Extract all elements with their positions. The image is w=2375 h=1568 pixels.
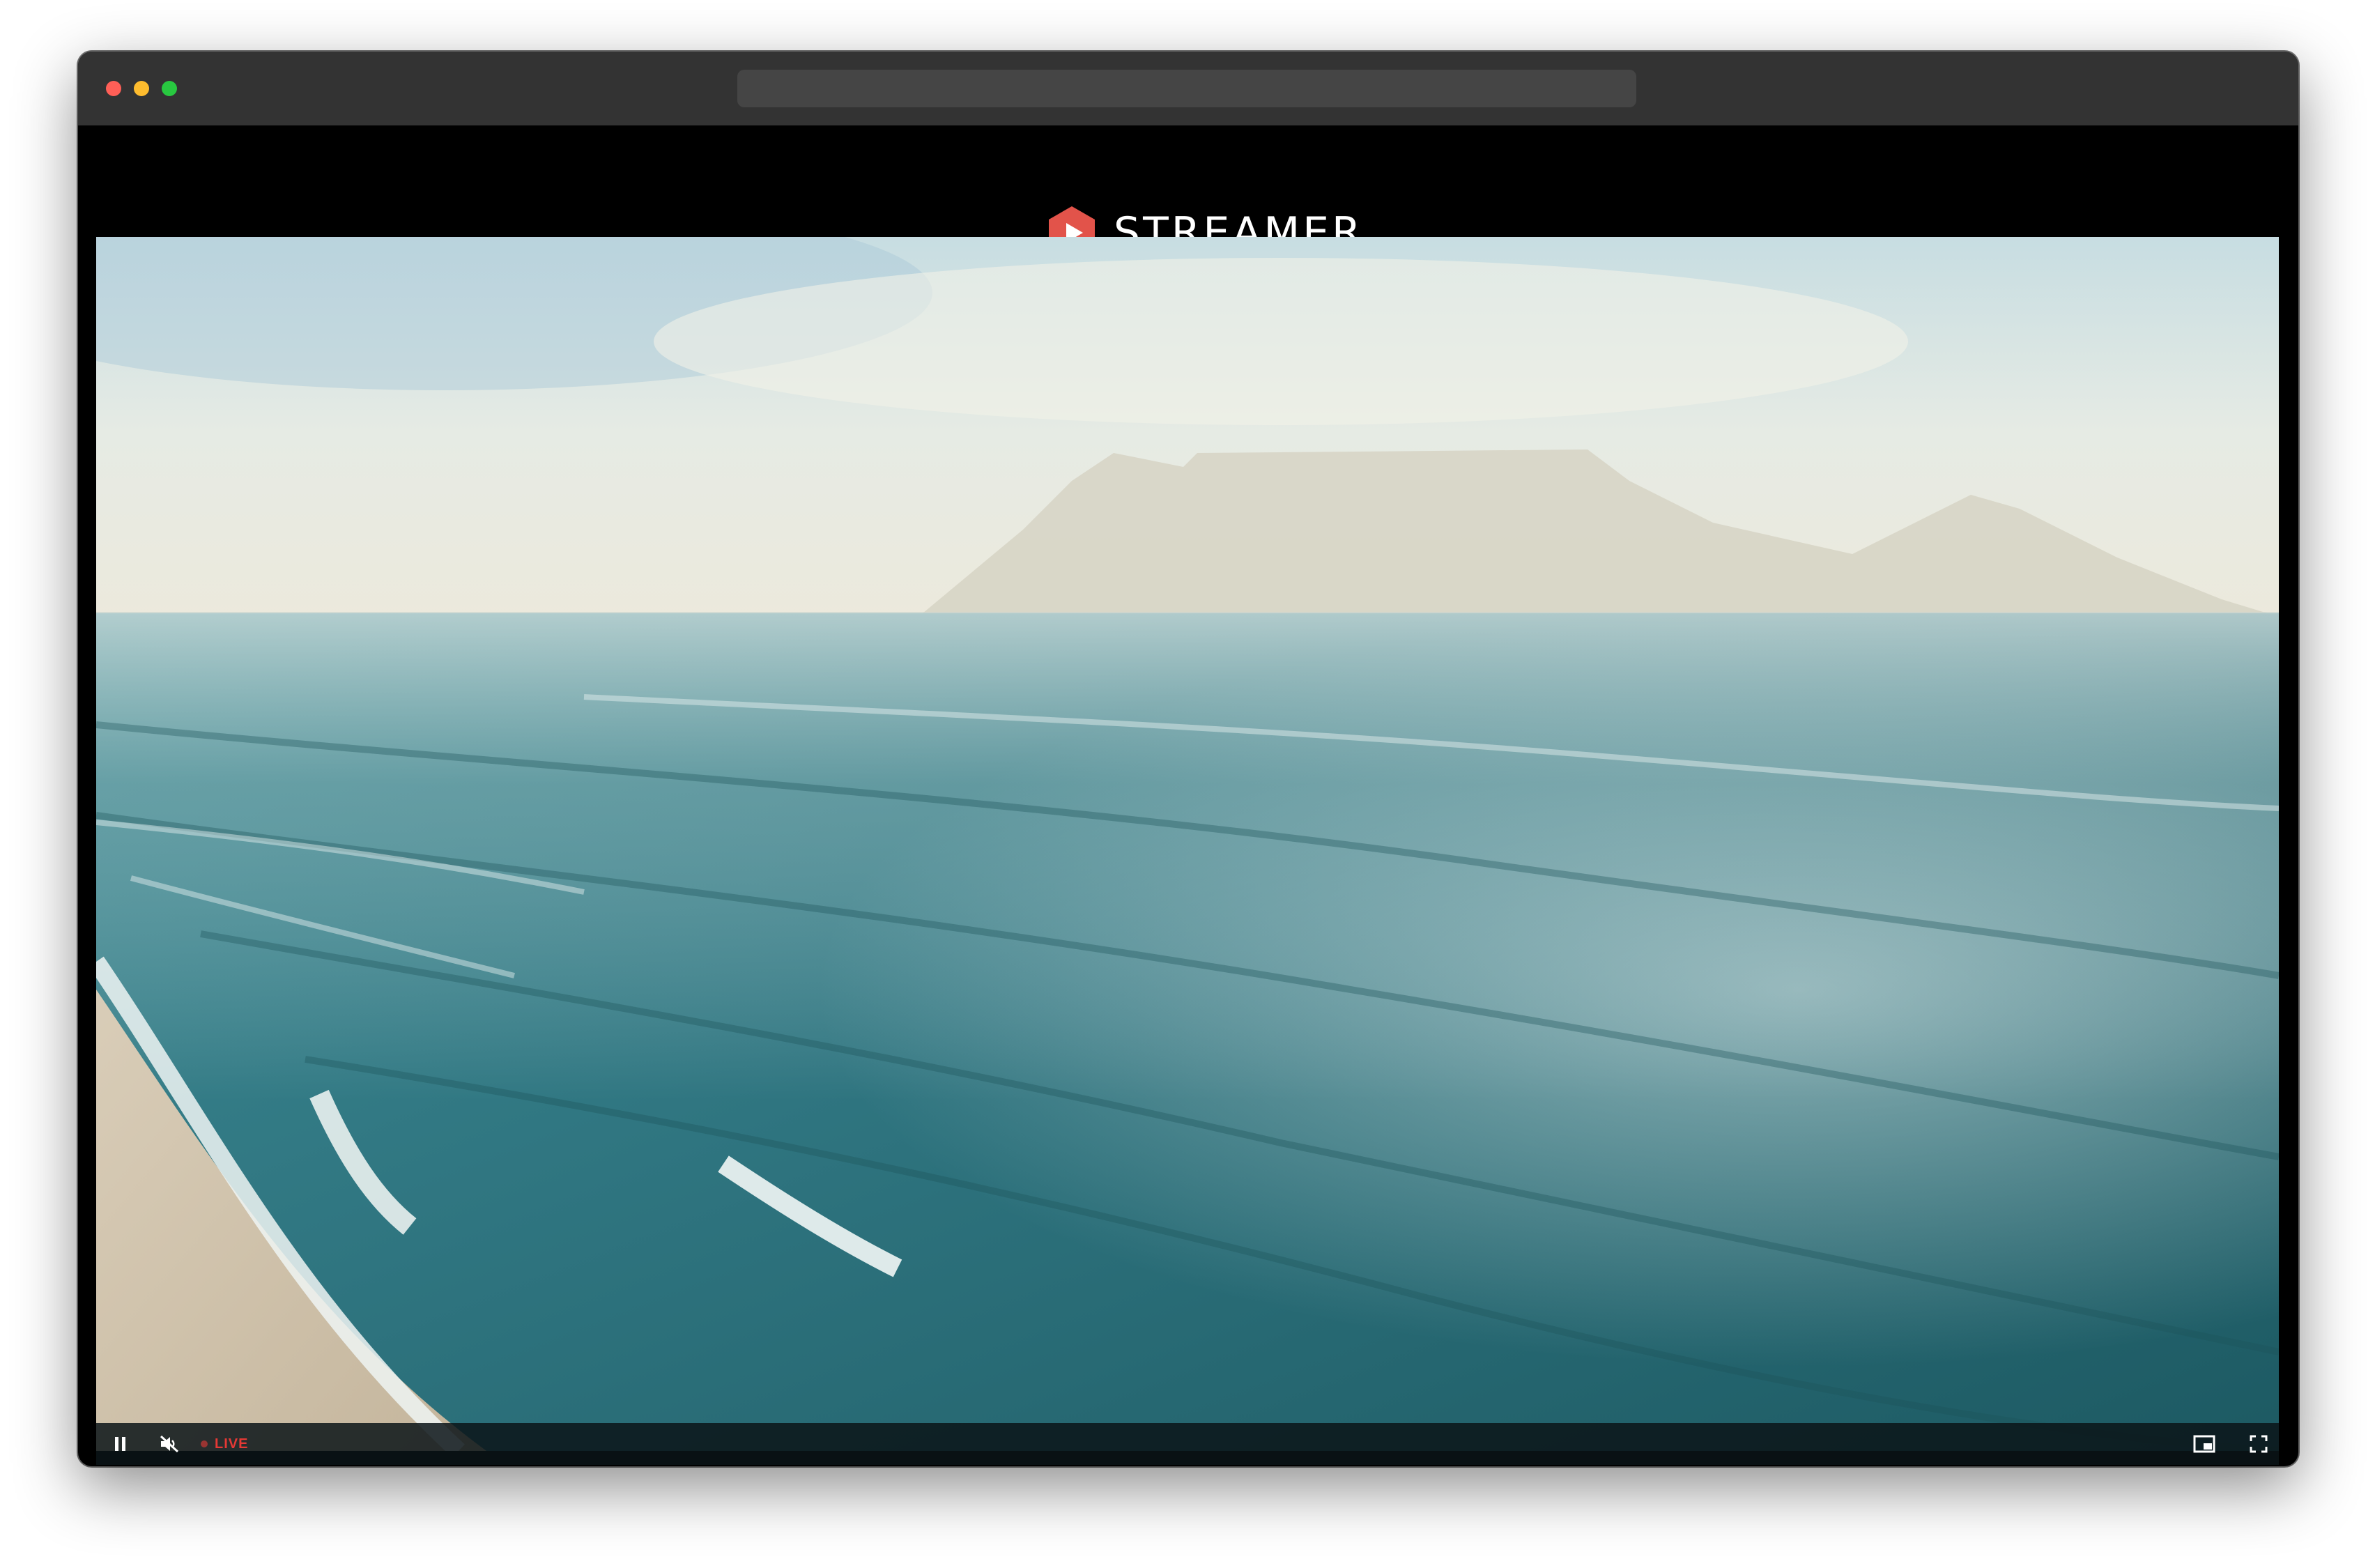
address-bar[interactable] — [737, 70, 1636, 107]
mute-button[interactable] — [152, 1423, 187, 1465]
fullscreen-icon — [2250, 1435, 2268, 1453]
live-indicator: LIVE — [201, 1423, 248, 1465]
player-controls: LIVE — [96, 1423, 2279, 1465]
picture-in-picture-icon — [2193, 1435, 2215, 1453]
minimize-window-button[interactable] — [134, 81, 149, 96]
close-window-button[interactable] — [106, 81, 121, 96]
zoom-window-button[interactable] — [162, 81, 177, 96]
title-bar — [78, 52, 2298, 125]
pause-icon — [115, 1437, 125, 1451]
muted-speaker-icon — [160, 1435, 179, 1453]
video-player[interactable] — [96, 237, 2279, 1451]
pause-button[interactable] — [103, 1423, 138, 1465]
video-frame — [96, 237, 2279, 1451]
live-dot-icon — [201, 1440, 208, 1447]
live-label: LIVE — [215, 1436, 249, 1452]
fullscreen-button[interactable] — [2241, 1423, 2276, 1465]
picture-in-picture-button[interactable] — [2187, 1423, 2222, 1465]
